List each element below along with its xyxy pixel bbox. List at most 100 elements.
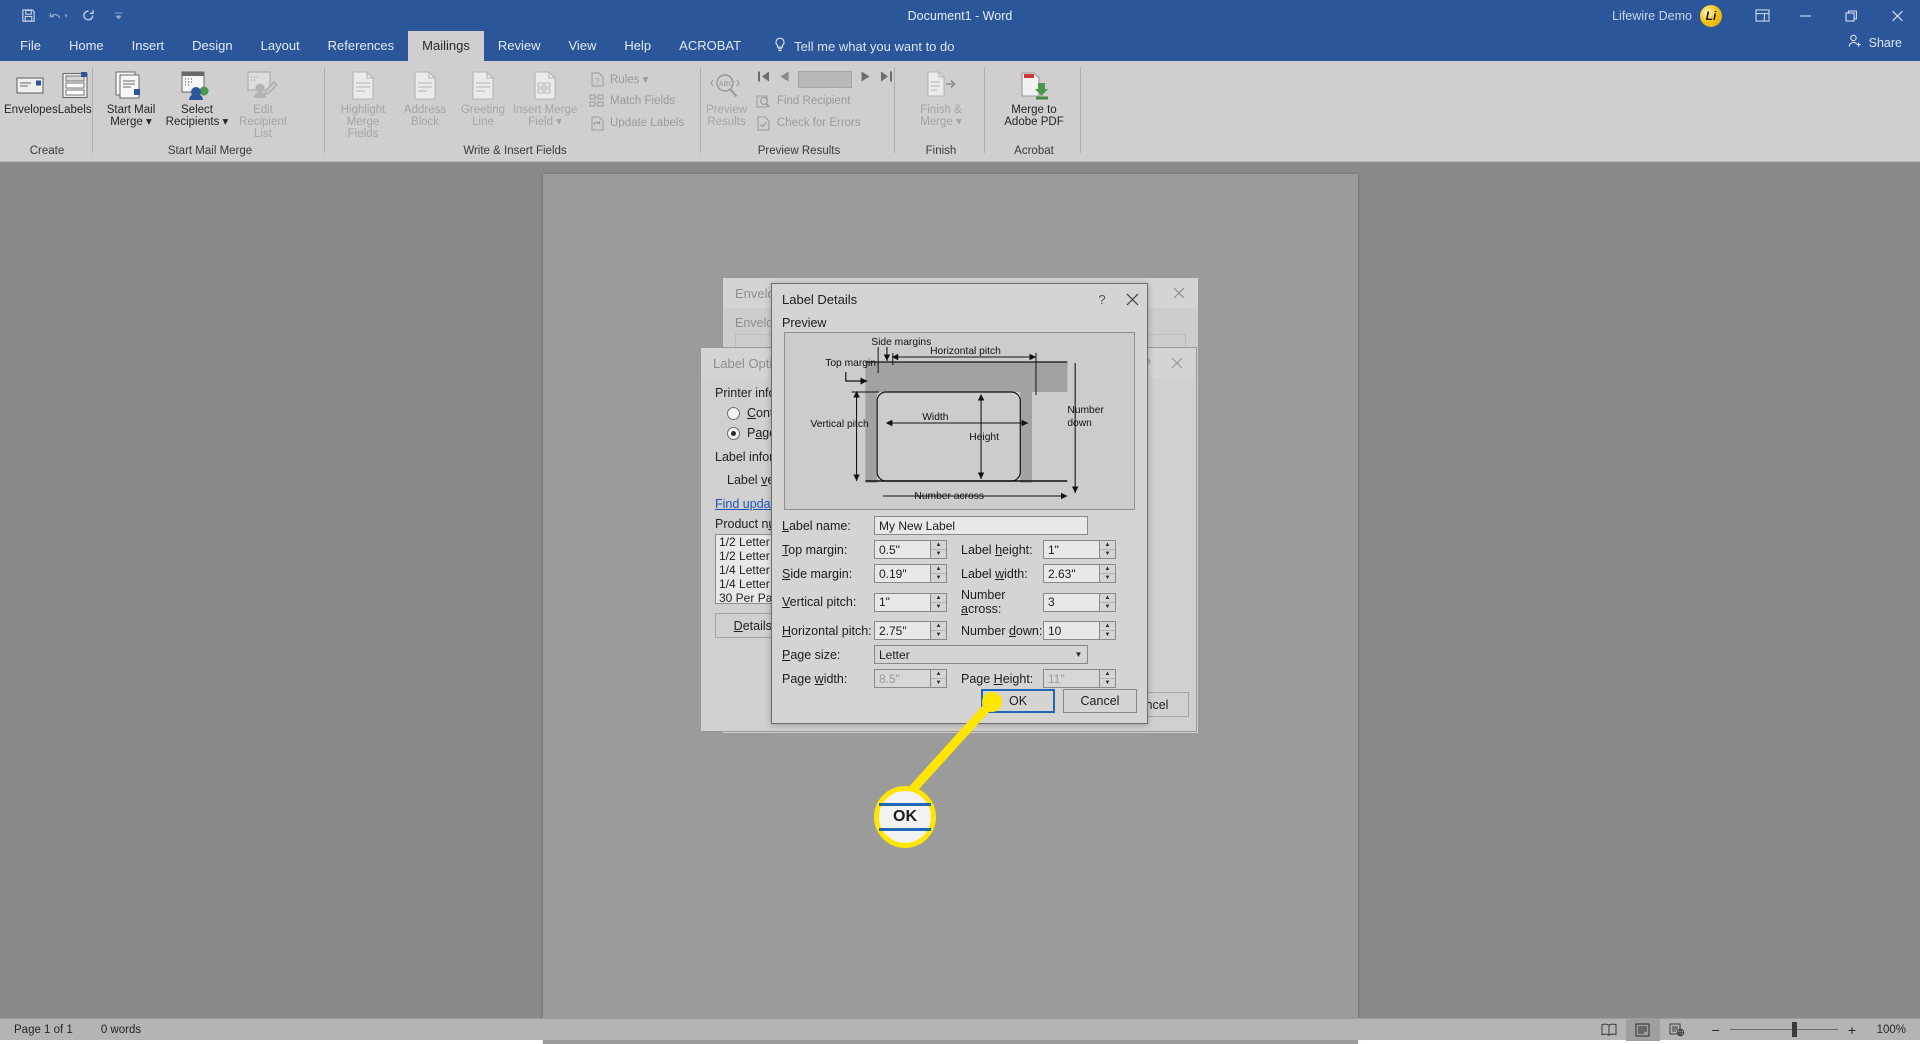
tab-layout[interactable]: Layout xyxy=(247,31,314,61)
label-details-ok-button[interactable]: OK xyxy=(981,689,1055,713)
undo-icon[interactable]: ▾ xyxy=(44,4,72,28)
number-down-spinner[interactable]: 10 ▲▼ xyxy=(1043,621,1116,640)
tab-acrobat[interactable]: ACROBAT xyxy=(665,31,755,61)
page-size-label: Page size: xyxy=(782,648,874,662)
label-options-close-icon[interactable] xyxy=(1162,350,1192,376)
label-height-spinner[interactable]: 1" ▲▼ xyxy=(1043,540,1116,559)
vertical-pitch-input[interactable]: 1" xyxy=(874,593,930,612)
avatar[interactable]: Li xyxy=(1700,5,1722,27)
spin-up-icon[interactable]: ▲ xyxy=(931,594,946,603)
label-details-help-icon[interactable]: ? xyxy=(1087,286,1117,312)
rules-button: ? Rules ▾ xyxy=(586,68,684,90)
horizontal-pitch-spinner[interactable]: 2.75" ▲▼ xyxy=(874,621,947,640)
web-layout-view-button[interactable] xyxy=(1660,1019,1694,1041)
label-width-spinner[interactable]: 2.63" ▲▼ xyxy=(1043,564,1116,583)
page-size-select[interactable]: Letter ▼ xyxy=(874,645,1088,664)
tab-home[interactable]: Home xyxy=(55,31,118,61)
ribbon-display-options-icon[interactable] xyxy=(1742,0,1782,31)
top-margin-spinner[interactable]: 0.5" ▲▼ xyxy=(874,540,947,559)
user-name[interactable]: Lifewire Demo xyxy=(1612,9,1692,23)
side-margin-spinner[interactable]: 0.19" ▲▼ xyxy=(874,564,947,583)
top-margin-input[interactable]: 0.5" xyxy=(874,540,930,559)
horizontal-pitch-spin-buttons[interactable]: ▲▼ xyxy=(930,621,947,640)
ribbon-group-start-mail-merge: Start Mail Merge ▾ Select Recipients ▾ E… xyxy=(98,61,322,162)
preview-results-button: ABC Preview Results xyxy=(706,65,747,128)
envelopes-button[interactable]: Envelopes xyxy=(4,65,58,116)
select-recipients-button[interactable]: Select Recipients ▾ xyxy=(164,65,230,128)
label-width-input[interactable]: 2.63" xyxy=(1043,564,1099,583)
number-across-spin-buttons[interactable]: ▲▼ xyxy=(1099,593,1116,612)
spin-up-icon[interactable]: ▲ xyxy=(1100,622,1115,631)
spin-up-icon[interactable]: ▲ xyxy=(1100,541,1115,550)
label-details-cancel-button[interactable]: Cancel xyxy=(1063,689,1137,713)
merge-to-adobe-pdf-button[interactable]: Merge to Adobe PDF xyxy=(992,65,1076,128)
spin-down-icon[interactable]: ▼ xyxy=(931,603,946,611)
start-mail-merge-button[interactable]: Start Mail Merge ▾ xyxy=(98,65,164,128)
label-width-spin-buttons[interactable]: ▲▼ xyxy=(1099,564,1116,583)
labels-button[interactable]: Labels xyxy=(58,65,92,116)
zoom-slider-thumb[interactable] xyxy=(1792,1022,1797,1037)
tab-design[interactable]: Design xyxy=(178,31,246,61)
save-icon[interactable] xyxy=(14,4,42,28)
vertical-pitch-spin-buttons[interactable]: ▲▼ xyxy=(930,593,947,612)
page-indicator[interactable]: Page 1 of 1 xyxy=(14,1024,73,1036)
tab-file[interactable]: File xyxy=(6,31,55,61)
tell-me-box[interactable]: Tell me what you want to do xyxy=(773,31,954,61)
number-across-spinner[interactable]: 3 ▲▼ xyxy=(1043,593,1116,612)
tab-help[interactable]: Help xyxy=(610,31,665,61)
zoom-out-button[interactable]: − xyxy=(1712,1022,1720,1038)
select-recipients-label-1: Select xyxy=(181,104,213,116)
customize-qat-icon[interactable] xyxy=(104,4,132,28)
spin-up-icon[interactable]: ▲ xyxy=(931,541,946,550)
print-layout-view-button[interactable] xyxy=(1626,1019,1660,1041)
svg-text:Height: Height xyxy=(969,432,999,443)
spin-down-icon[interactable]: ▼ xyxy=(931,550,946,558)
tab-view[interactable]: View xyxy=(554,31,610,61)
redo-icon[interactable] xyxy=(74,4,102,28)
spin-up-icon[interactable]: ▲ xyxy=(931,622,946,631)
side-margin-input[interactable]: 0.19" xyxy=(874,564,930,583)
number-down-input[interactable]: 10 xyxy=(1043,621,1099,640)
share-button[interactable]: Share xyxy=(1848,34,1902,51)
check-for-errors-icon xyxy=(755,115,772,132)
spin-up-icon[interactable]: ▲ xyxy=(931,565,946,574)
zoom-level[interactable]: 100% xyxy=(1866,1024,1906,1036)
top-margin-spin-buttons[interactable]: ▲▼ xyxy=(930,540,947,559)
read-mode-view-button[interactable] xyxy=(1592,1019,1626,1041)
close-icon[interactable] xyxy=(1874,0,1920,31)
record-number-input[interactable] xyxy=(798,71,852,88)
vertical-pitch-spinner[interactable]: 1" ▲▼ xyxy=(874,593,947,612)
label-name-input[interactable]: My New Label xyxy=(874,516,1088,535)
ribbon: Envelopes Labels Create Start Mail Merge… xyxy=(0,61,1920,162)
word-count[interactable]: 0 words xyxy=(101,1024,141,1036)
spin-down-icon[interactable]: ▼ xyxy=(1100,631,1115,639)
zoom-in-button[interactable]: + xyxy=(1848,1022,1856,1038)
label-height-input[interactable]: 1" xyxy=(1043,540,1099,559)
find-recipient-label: Find Recipient xyxy=(777,95,851,107)
tab-mailings[interactable]: Mailings xyxy=(408,31,484,61)
spin-down-icon[interactable]: ▼ xyxy=(1100,603,1115,611)
tab-review[interactable]: Review xyxy=(484,31,555,61)
number-across-input[interactable]: 3 xyxy=(1043,593,1099,612)
spin-up-icon[interactable]: ▲ xyxy=(1100,594,1115,603)
chevron-down-icon[interactable]: ▼ xyxy=(1070,650,1087,659)
tab-insert[interactable]: Insert xyxy=(118,31,179,61)
label-height-spin-buttons[interactable]: ▲▼ xyxy=(1099,540,1116,559)
spin-down-icon[interactable]: ▼ xyxy=(931,631,946,639)
label-details-close-icon[interactable] xyxy=(1117,286,1147,312)
side-margin-spin-buttons[interactable]: ▲▼ xyxy=(930,564,947,583)
envelopes-dialog-close-icon[interactable] xyxy=(1164,280,1194,306)
group-label-preview-results: Preview Results xyxy=(706,143,892,162)
spin-up-icon[interactable]: ▲ xyxy=(1100,565,1115,574)
address-block-icon xyxy=(410,68,440,104)
number-down-spin-buttons[interactable]: ▲▼ xyxy=(1099,621,1116,640)
minimize-icon[interactable] xyxy=(1782,0,1828,31)
spin-down-icon[interactable]: ▼ xyxy=(1100,574,1115,582)
preview-group-label: Preview xyxy=(782,316,1137,332)
spin-down-icon[interactable]: ▼ xyxy=(931,574,946,582)
spin-down-icon[interactable]: ▼ xyxy=(1100,550,1115,558)
restore-icon[interactable] xyxy=(1828,0,1874,31)
zoom-slider[interactable] xyxy=(1730,1029,1838,1030)
tab-references[interactable]: References xyxy=(314,31,408,61)
horizontal-pitch-input[interactable]: 2.75" xyxy=(874,621,930,640)
